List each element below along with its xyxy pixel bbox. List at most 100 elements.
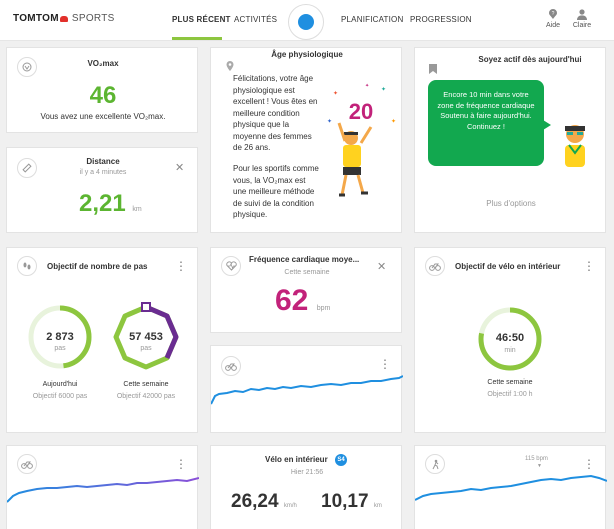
be-active-card[interactable]: Soyez actif dès aujourd'hui Encore 10 mi… <box>414 47 606 233</box>
bookmark-icon <box>429 64 437 74</box>
tab-progression[interactable]: PROGRESSION <box>410 15 472 24</box>
bike-icon <box>429 263 441 271</box>
steps-icon-badge <box>17 256 37 276</box>
steps-week-value: 57 453 <box>129 331 163 343</box>
bike-distance-value: 10,17 <box>321 491 369 512</box>
bookmark-icon-badge <box>423 59 443 79</box>
bike-speed-unit: km/h <box>283 503 297 509</box>
celebrating-runner-illustration: ✦ ✦ ✦ ✦ ✦ 20 <box>327 83 396 197</box>
heart-title: Fréquence cardiaque moye... <box>249 255 360 264</box>
run-heart-graph <box>415 474 607 501</box>
help-button[interactable]: ? Aide <box>540 8 566 29</box>
distance-card[interactable]: Distance il y a 4 minutes ✕ 2,21 km <box>6 147 198 233</box>
steps-today-value: 2 873 <box>46 331 74 343</box>
vo2max-card[interactable]: VO₂max 46 Vous avez une excellente VO₂ma… <box>6 47 198 133</box>
average-heart-rate-card[interactable]: Fréquence cardiaque moye... Cette semain… <box>210 247 402 333</box>
distance-value: 2,21 <box>79 190 126 217</box>
vo2-value: 46 <box>89 82 117 109</box>
svg-text:✦: ✦ <box>381 86 386 93</box>
user-label: Claire <box>572 22 592 29</box>
bike-session-title: Vélo en intérieur <box>265 455 328 464</box>
steps-week-goal: Objectif 42000 pas <box>116 393 176 400</box>
tab-activites[interactable]: ACTIVITÉS <box>234 15 277 24</box>
bike-graph-card[interactable]: ⋮ <box>210 345 403 433</box>
more-options-link[interactable]: Plus d'options <box>415 199 607 208</box>
run-peak-label: 115 bpm <box>525 456 548 462</box>
svg-text:✦: ✦ <box>365 83 369 89</box>
location-pin-icon <box>226 61 234 71</box>
top-navigation-bar: TOMTOM SPORTS PLUS RÉCENT ACTIVITÉS PLAN… <box>0 0 614 41</box>
run-heart-line <box>415 474 607 501</box>
bubble-tail <box>543 120 551 130</box>
coach-avatar-illustration <box>565 125 585 167</box>
close-icon[interactable]: ✕ <box>377 260 386 273</box>
tab-plus-recent[interactable]: PLUS RÉCENT <box>172 15 231 24</box>
bike-goal-label: Cette semaine <box>487 379 533 386</box>
bike-goal-menu-icon[interactable]: ⋮ <box>583 260 595 272</box>
active-tab-underline <box>172 37 222 40</box>
steps-week-unit: pas <box>140 345 152 352</box>
steps-week-label: Cette semaine <box>123 381 169 388</box>
steps-title: Objectif de nombre de pas <box>47 262 148 271</box>
age-paragraph-2: Pour les sportifs comme vous, la VO₂max … <box>233 164 319 219</box>
tomtom-sports-logo[interactable]: TOMTOM SPORTS <box>13 13 115 24</box>
distance-unit: km <box>132 206 142 213</box>
footsteps-icon <box>23 262 31 270</box>
bike-speed-graph <box>211 375 403 405</box>
svg-text:✦: ✦ <box>391 118 396 125</box>
distance-value-wrap: 2,21 km <box>79 190 142 218</box>
steps-today-label: Aujourd'hui <box>42 381 78 388</box>
steps-goal-card[interactable]: Objectif de nombre de pas ⋮ 2 873 pas Au… <box>6 247 198 433</box>
user-button[interactable]: Claire <box>569 8 595 29</box>
bike-session-subtitle: Hier 21:56 <box>290 469 324 476</box>
steps-today-goal: Objectif 6000 pas <box>32 393 88 400</box>
bike-distance-wrap: 10,17 km <box>321 491 382 513</box>
steps-menu-icon[interactable]: ⋮ <box>175 260 187 272</box>
physiological-age-card[interactable]: Âge physiologique Félicitations, votre â… <box>210 47 402 233</box>
bike-speed-line <box>211 375 403 405</box>
bike-speed-value: 26,24 <box>231 491 279 512</box>
steps-today-unit: pas <box>54 345 66 352</box>
svg-text:20: 20 <box>349 99 373 124</box>
sync-dot-icon <box>298 14 314 30</box>
indoor-bike-goal-card[interactable]: Objectif de vélo en intérieur ⋮ 46:50 mi… <box>414 247 606 433</box>
distance-subtitle: il y a 4 minutes <box>79 169 127 176</box>
bike-goal-title: Objectif de vélo en intérieur <box>455 262 561 271</box>
bike-graph-2-line <box>7 477 199 503</box>
vo2-caption: Vous avez une excellente VO₂max. <box>40 112 166 121</box>
distance-title: Distance <box>86 157 120 166</box>
age-paragraph-1: Félicitations, votre âge physiologique e… <box>233 74 318 152</box>
vo2-title: VO₂max <box>87 59 119 68</box>
bike-goal-icon-badge <box>425 256 445 276</box>
close-icon[interactable]: ✕ <box>175 161 184 174</box>
bike-goal-target: Objectif 1:00 h <box>487 391 533 398</box>
help-icon: ? <box>549 9 557 19</box>
logo-sub: SPORTS <box>71 13 115 24</box>
coach-message: Encore 10 min dans votre zone de fréquen… <box>437 90 535 131</box>
user-icon <box>577 9 587 20</box>
run-heart-graph-card[interactable]: 115 bpm ▼ ⋮ <box>414 445 607 529</box>
svg-text:?: ? <box>552 11 555 17</box>
age-title: Âge physiologique <box>271 50 343 59</box>
bike-speed-wrap: 26,24 km/h <box>231 491 297 513</box>
coach-speech-bubble: Encore 10 min dans votre zone de fréquen… <box>428 80 551 166</box>
bike-distance-unit: km <box>373 503 382 509</box>
heart-value-wrap: 62 bpm <box>275 284 330 318</box>
bike-graph-card-2[interactable]: ⋮ <box>6 445 199 529</box>
heart-value: 62 <box>275 284 309 317</box>
svg-text:✦: ✦ <box>327 118 332 125</box>
bike-graph-2 <box>7 477 199 503</box>
be-active-title: Soyez actif dès aujourd'hui <box>478 55 582 64</box>
heart-unit: bpm <box>316 305 331 312</box>
sync-button[interactable] <box>288 4 324 40</box>
logo-main: TOMTOM <box>13 13 59 24</box>
tab-planification[interactable]: PLANIFICATION <box>341 15 403 24</box>
logo-mark-icon <box>59 15 68 22</box>
bike-goal-unit: min <box>504 347 516 354</box>
heart-subtitle: Cette semaine <box>284 269 330 276</box>
bike-session-badge: S4 <box>335 454 347 466</box>
bike-goal-value: 46:50 <box>495 332 525 344</box>
help-label: Aide <box>545 22 560 29</box>
age-badge-text: 20 <box>349 99 373 124</box>
indoor-bike-session-card[interactable]: Vélo en intérieur S4 Hier 21:56 26,24 km… <box>210 445 402 529</box>
